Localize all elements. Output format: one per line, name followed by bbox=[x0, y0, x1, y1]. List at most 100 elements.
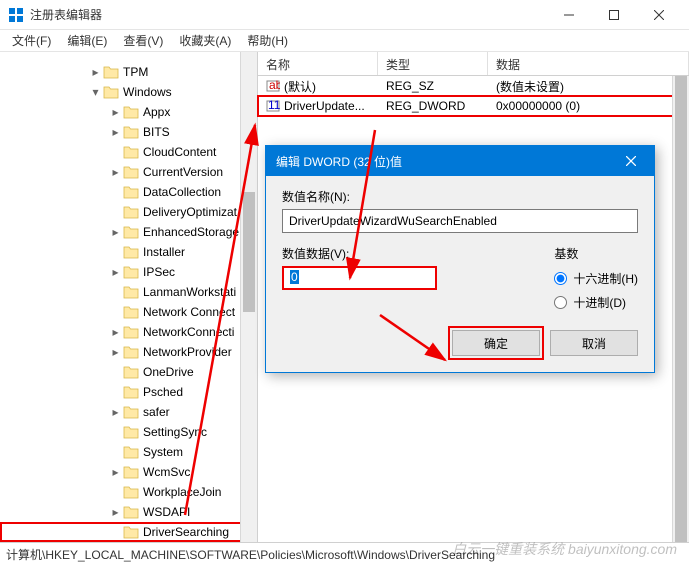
tree-item-currentversion[interactable]: ▸CurrentVersion bbox=[0, 162, 257, 182]
cell-type: REG_SZ bbox=[378, 77, 488, 95]
statusbar-path: 计算机\HKEY_LOCAL_MACHINE\SOFTWARE\Policies… bbox=[6, 548, 495, 562]
expand-icon[interactable] bbox=[110, 427, 121, 438]
tree-item-networkconnect[interactable]: Network Connect bbox=[0, 302, 257, 322]
expand-icon[interactable] bbox=[110, 307, 121, 318]
tree-item-safer[interactable]: ▸safer bbox=[0, 402, 257, 422]
tree-item-label: System bbox=[143, 445, 183, 459]
expand-icon[interactable]: ▸ bbox=[110, 227, 121, 238]
svg-text:ab: ab bbox=[269, 79, 280, 92]
expand-icon[interactable] bbox=[110, 287, 121, 298]
tree-item-datacollection[interactable]: DataCollection bbox=[0, 182, 257, 202]
tree-item-installer[interactable]: Installer bbox=[0, 242, 257, 262]
folder-icon bbox=[123, 365, 139, 379]
tree-item-label: TPM bbox=[123, 65, 148, 79]
tree-item-label: IPSec bbox=[143, 265, 175, 279]
expand-icon[interactable]: ▾ bbox=[90, 87, 101, 98]
tree-item-onedrive[interactable]: OneDrive bbox=[0, 362, 257, 382]
expand-icon[interactable]: ▸ bbox=[110, 267, 121, 278]
radix-hex-input[interactable] bbox=[554, 272, 567, 285]
string-value-icon: ab bbox=[266, 79, 280, 93]
tree-item-tpm[interactable]: ▸ TPM bbox=[0, 62, 257, 82]
tree-item-label: DriverSearching bbox=[143, 525, 229, 539]
tree-item-deliveryoptimizat[interactable]: DeliveryOptimizat bbox=[0, 202, 257, 222]
cancel-button[interactable]: 取消 bbox=[550, 330, 638, 356]
expand-icon[interactable] bbox=[110, 367, 121, 378]
dialog-titlebar[interactable]: 编辑 DWORD (32 位)值 bbox=[266, 146, 654, 176]
tree-item-enhancedstorage[interactable]: ▸ EnhancedStorage bbox=[0, 222, 257, 242]
col-header-type[interactable]: 类型 bbox=[378, 52, 488, 75]
tree-item-label: CloudContent bbox=[143, 145, 216, 159]
expand-icon[interactable]: ▸ bbox=[110, 167, 121, 178]
cell-data: (数值未设置) bbox=[488, 76, 689, 97]
cell-name: (默认) bbox=[284, 78, 316, 95]
expand-icon[interactable]: ▸ bbox=[110, 467, 121, 478]
folder-icon bbox=[123, 265, 139, 279]
expand-icon[interactable]: ▸ bbox=[110, 327, 121, 338]
tree-item-wsdapi[interactable]: ▸WSDAPI bbox=[0, 502, 257, 522]
tree-item-driversearching[interactable]: DriverSearching bbox=[0, 522, 257, 542]
radix-hex-radio[interactable]: 十六进制(H) bbox=[554, 266, 638, 290]
expand-icon[interactable] bbox=[110, 187, 121, 198]
tree-item-label: NetworkProvider bbox=[143, 345, 232, 359]
tree-item-cloudcontent[interactable]: CloudContent bbox=[0, 142, 257, 162]
tree-item-bits[interactable]: ▸BITS bbox=[0, 122, 257, 142]
tree-item-appx[interactable]: ▸ Appx bbox=[0, 102, 257, 122]
tree-item-settingsync[interactable]: SettingSync bbox=[0, 422, 257, 442]
ok-button[interactable]: 确定 bbox=[452, 330, 540, 356]
expand-icon[interactable] bbox=[110, 247, 121, 258]
dialog-close-button[interactable] bbox=[618, 148, 644, 174]
tree-item-networkconnecti[interactable]: ▸NetworkConnecti bbox=[0, 322, 257, 342]
expand-icon[interactable]: ▸ bbox=[110, 507, 121, 518]
col-header-name[interactable]: 名称 bbox=[258, 52, 378, 75]
tree-item-label: EnhancedStorage bbox=[143, 225, 239, 239]
expand-icon[interactable] bbox=[110, 387, 121, 398]
menu-view[interactable]: 查看(V) bbox=[115, 30, 171, 51]
value-data-input[interactable]: 0 bbox=[282, 266, 437, 290]
close-button[interactable] bbox=[636, 0, 681, 30]
tree-item-label: Windows bbox=[123, 85, 172, 99]
expand-icon[interactable]: ▸ bbox=[110, 407, 121, 418]
expand-icon[interactable]: ▸ bbox=[110, 347, 121, 358]
folder-icon bbox=[123, 505, 139, 519]
expand-icon[interactable]: ▸ bbox=[110, 107, 121, 118]
value-name-input[interactable] bbox=[282, 209, 638, 233]
tree-item-networkprovider[interactable]: ▸ NetworkProvider bbox=[0, 342, 257, 362]
folder-icon bbox=[123, 165, 139, 179]
expand-icon[interactable] bbox=[110, 527, 121, 538]
tree-item-label: LanmanWorkstati bbox=[143, 285, 236, 299]
col-header-data[interactable]: 数据 bbox=[488, 52, 689, 75]
menu-help[interactable]: 帮助(H) bbox=[239, 30, 296, 51]
expand-icon[interactable] bbox=[110, 147, 121, 158]
tree-item-lanmanworkstati[interactable]: LanmanWorkstati bbox=[0, 282, 257, 302]
list-row[interactable]: ab (默认) REG_SZ(数值未设置) bbox=[258, 76, 689, 96]
list-vscroll[interactable] bbox=[672, 76, 689, 542]
tree-item-wcmsvc[interactable]: ▸ WcmSvc bbox=[0, 462, 257, 482]
dword-value-icon: 110 bbox=[266, 99, 280, 113]
tree-item-label: SettingSync bbox=[143, 425, 207, 439]
tree-vscroll[interactable] bbox=[240, 52, 257, 542]
tree-item-label: Appx bbox=[143, 105, 170, 119]
tree-item-label: Installer bbox=[143, 245, 185, 259]
expand-icon[interactable] bbox=[110, 447, 121, 458]
expand-icon[interactable] bbox=[110, 207, 121, 218]
minimize-button[interactable] bbox=[546, 0, 591, 30]
folder-icon bbox=[123, 205, 139, 219]
menu-file[interactable]: 文件(F) bbox=[4, 30, 59, 51]
tree-item-ipsec[interactable]: ▸ IPSec bbox=[0, 262, 257, 282]
radix-dec-input[interactable] bbox=[554, 296, 567, 309]
tree-item-system[interactable]: System bbox=[0, 442, 257, 462]
tree-item-psched[interactable]: Psched bbox=[0, 382, 257, 402]
tree-item-windows[interactable]: ▾ Windows bbox=[0, 82, 257, 102]
cell-data: 0x00000000 (0) bbox=[488, 97, 689, 115]
folder-icon bbox=[123, 305, 139, 319]
tree-item-workplacejoin[interactable]: WorkplaceJoin bbox=[0, 482, 257, 502]
tree-item-label: WcmSvc bbox=[143, 465, 190, 479]
menu-edit[interactable]: 编辑(E) bbox=[59, 30, 115, 51]
expand-icon[interactable] bbox=[110, 487, 121, 498]
list-row[interactable]: 110DriverUpdate...REG_DWORD0x00000000 (0… bbox=[258, 96, 689, 116]
expand-icon[interactable]: ▸ bbox=[110, 127, 121, 138]
menu-favorites[interactable]: 收藏夹(A) bbox=[171, 30, 239, 51]
maximize-button[interactable] bbox=[591, 0, 636, 30]
expand-icon[interactable]: ▸ bbox=[90, 67, 101, 78]
radix-dec-radio[interactable]: 十进制(D) bbox=[554, 290, 638, 314]
